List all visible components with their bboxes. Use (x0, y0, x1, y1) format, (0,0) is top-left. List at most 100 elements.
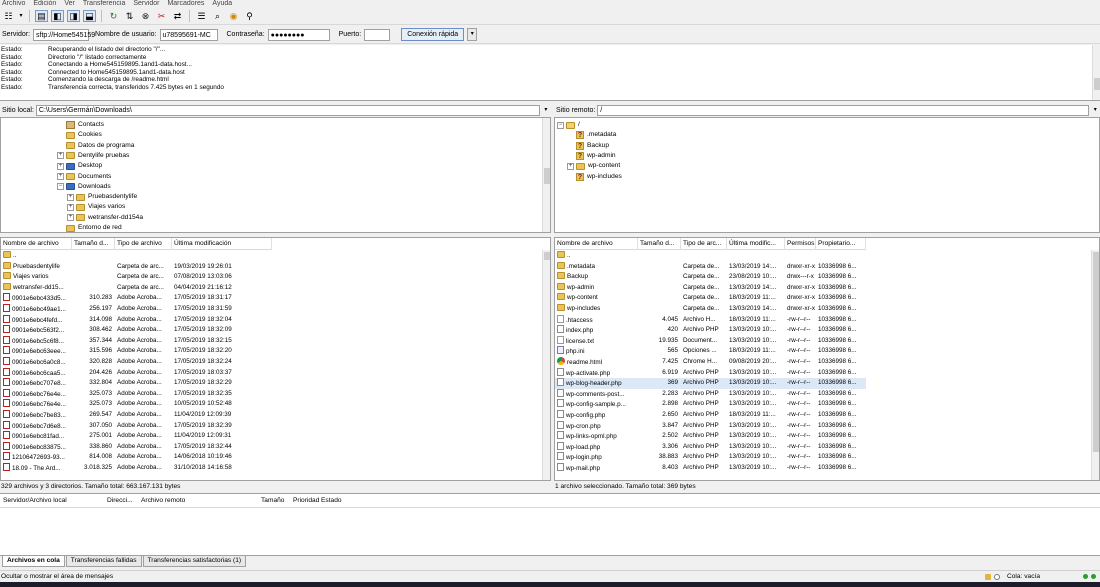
menu-item-servidor[interactable]: Servidor (133, 0, 159, 8)
queue-column-header[interactable]: Direcci... (104, 494, 138, 507)
local-file-row[interactable]: 18.09 - The Ard... 3.018.325 Adobe Acroba.… (1, 463, 272, 474)
queue-column-header[interactable]: Tamaño (258, 494, 290, 507)
local-tree-item[interactable]: + Documents (57, 172, 111, 182)
refresh-icon[interactable]: ↻ (107, 10, 120, 22)
expand-icon[interactable]: + (67, 214, 74, 222)
scrollbar-thumb[interactable] (1094, 78, 1100, 90)
remote-column-header[interactable]: Última modific... (727, 238, 785, 250)
local-file-row[interactable]: 0901e6ebc49ae1... 256.197 Adobe Acroba... 1… (1, 304, 272, 315)
remote-column-header[interactable]: Permisos (785, 238, 816, 250)
local-tree-item[interactable]: − Downloads (57, 182, 111, 192)
local-file-row[interactable]: 12106472693-93... 814.008 Adobe Acroba... 1… (1, 452, 272, 463)
local-tree-item[interactable]: Contacts (57, 120, 104, 130)
quickconnect-button[interactable]: Conexión rápida (401, 28, 465, 41)
collapse-icon[interactable]: − (557, 121, 564, 129)
site-manager-icon[interactable]: ☷ (2, 10, 15, 22)
toggle-remote-tree-icon[interactable]: ◨ (67, 10, 80, 22)
password-input[interactable]: ●●●●●●●● (267, 28, 330, 41)
disconnect-icon[interactable]: ✂ (155, 10, 168, 22)
local-tree-item[interactable]: Datos de programa (57, 141, 134, 151)
expand-icon[interactable]: + (67, 203, 74, 211)
remote-tree-item[interactable]: ? wp-includes (567, 172, 622, 182)
remote-file-row[interactable]: license.txt 19.935 Document... 13/03/2019 1… (555, 335, 866, 347)
remote-file-row[interactable]: .. (555, 251, 866, 262)
remote-file-row[interactable]: readme.html 7.425 Chrome H... 09/08/2019 20… (555, 357, 866, 368)
local-file-row[interactable]: Pruebasdentylife Carpeta de arc... 19/03/2… (1, 261, 272, 273)
local-tree-item[interactable]: + Pruebasdentylife (67, 192, 137, 202)
local-tree-item[interactable]: + Dentylife pruebas (57, 151, 129, 161)
local-path-dropdown[interactable]: ▾ (542, 105, 550, 116)
local-file-row[interactable]: 0901e6ebc563f2... 308.462 Adobe Acroba... 1… (1, 325, 272, 336)
remote-file-row[interactable]: .htaccess 4.045 Archivo H... 18/03/2019 11:… (555, 314, 866, 326)
remote-file-row[interactable]: wp-mail.php 8.403 Archivo PHP 13/03/2019 10… (555, 463, 866, 474)
menu-item-ver[interactable]: Ver (64, 0, 75, 8)
local-column-header[interactable]: Nombre de archivo (1, 238, 72, 250)
menu-item-marcadores[interactable]: Marcadores (167, 0, 204, 8)
queue-column-header[interactable]: Estado (318, 494, 358, 507)
remote-tree-item[interactable]: ? Backup (567, 141, 609, 151)
remote-file-row[interactable]: wp-links-opml.php 2.502 Archivo PHP 13/03/2… (555, 431, 866, 442)
remote-file-row[interactable]: wp-comments-post... 2.283 Archivo PHP 13/03… (555, 388, 866, 400)
queue-column-header[interactable]: Servidor/Archivo local (0, 494, 104, 507)
remote-column-header[interactable]: Tamaño d... (638, 238, 681, 250)
remote-file-row[interactable]: wp-config-sample.p... 2.898 Archivo PHP 13/… (555, 399, 866, 410)
local-tree-scrollbar[interactable] (542, 118, 550, 232)
menu-item-archivo[interactable]: Archivo (2, 0, 25, 8)
port-input[interactable] (364, 28, 391, 41)
queue-column-header[interactable]: Prioridad (290, 494, 319, 507)
local-list-scrollbar[interactable] (542, 250, 550, 480)
expand-icon[interactable]: + (67, 193, 74, 201)
local-file-row[interactable]: 0901e6ebc83875... 338.860 Adobe Acroba... 1… (1, 441, 272, 453)
remote-file-row[interactable]: index.php 420 Archivo PHP 13/03/2019 10:...… (555, 325, 866, 336)
remote-column-header[interactable]: Propietario... (816, 238, 866, 250)
local-file-row[interactable]: 0901e6ebc5c6f8... 357.344 Adobe Acroba... 1… (1, 335, 272, 347)
scrollbar-thumb[interactable] (544, 252, 550, 260)
remote-file-row[interactable]: wp-admin Carpeta de... 13/03/2019 14:... dr… (555, 282, 866, 294)
expand-icon[interactable]: + (57, 162, 64, 170)
menu-item-ayuda[interactable]: Ayuda (212, 0, 232, 8)
local-file-row[interactable]: 0901e6ebc76e4e... 325.073 Adobe Acroba... 1… (1, 399, 272, 410)
menu-item-transferencia[interactable]: Transferencia (83, 0, 126, 8)
collapse-icon[interactable]: − (57, 183, 64, 191)
cancel-icon[interactable]: ⊗ (139, 10, 152, 22)
local-column-header[interactable]: Tamaño d... (72, 238, 115, 250)
expand-icon[interactable]: + (57, 173, 64, 180)
local-file-row[interactable]: 0901e6ebc6a0c8... 320.828 Adobe Acroba... 1… (1, 357, 272, 368)
tab-queued[interactable]: Archivos en cola (2, 556, 65, 567)
local-column-header[interactable]: Tipo de archivo (115, 238, 172, 250)
remote-column-header[interactable]: Nombre de archivo (555, 238, 638, 250)
scrollbar-thumb[interactable] (544, 168, 550, 184)
local-column-header[interactable]: Última modificación (172, 238, 272, 250)
sync-browse-icon[interactable]: ◉ (227, 10, 240, 22)
remote-file-row[interactable]: wp-config.php 2.650 Archivo PHP 18/03/2019 … (555, 410, 866, 421)
queue-column-header[interactable]: Archivo remoto (138, 494, 258, 507)
menu-item-edición[interactable]: Edición (33, 0, 56, 8)
local-file-row[interactable]: Viajes varios Carpeta de arc... 07/08/2019… (1, 272, 272, 283)
local-file-row[interactable]: wetransfer-dd15... Carpeta de arc... 04/04… (1, 282, 272, 294)
local-file-row[interactable]: 0901e6ebc6caa5... 204.426 Adobe Acroba... 1… (1, 367, 272, 379)
toggle-queue-icon[interactable]: ⬓ (83, 10, 96, 22)
local-file-row[interactable]: 0901e6ebc7be83... 269.547 Adobe Acroba... 1… (1, 410, 272, 421)
expand-icon[interactable]: + (567, 162, 574, 170)
remote-file-row[interactable]: php.ini 565 Opciones ... 18/03/2019 11:... -… (555, 346, 866, 357)
scrollbar-thumb[interactable] (1093, 252, 1099, 452)
remote-file-row[interactable]: wp-content Carpeta de... 18/03/2019 11:...… (555, 293, 866, 304)
username-input[interactable]: u78595691-MC (159, 28, 218, 41)
local-tree-item[interactable]: Entorno de red (57, 223, 122, 232)
remote-tree-item[interactable]: ? .metadata (567, 130, 616, 140)
remote-file-row[interactable]: wp-blog-header.php 369 Archivo PHP 13/03/20… (555, 378, 866, 389)
local-file-row[interactable]: 0901e6ebc7d6e8... 307.050 Adobe Acroba... 1… (1, 420, 272, 432)
remote-file-row[interactable]: Backup Carpeta de... 23/08/2019 10:... drwx… (555, 272, 866, 283)
local-tree-item[interactable]: + Viajes varios (67, 202, 125, 212)
toggle-log-icon[interactable]: ▤ (35, 10, 48, 22)
process-queue-icon[interactable]: ⇅ (123, 10, 136, 22)
remote-list-scrollbar[interactable] (1091, 250, 1099, 480)
reconnect-icon[interactable]: ⇄ (171, 10, 184, 22)
remote-path-input[interactable]: / (597, 104, 1090, 116)
local-file-row[interactable]: 0901e6ebc76e4e... 325.073 Adobe Acroba... 1… (1, 388, 272, 400)
remote-file-row[interactable]: wp-cron.php 3.847 Archivo PHP 13/03/2019 10… (555, 420, 866, 432)
local-tree-item[interactable]: + wetransfer-dd154a (67, 213, 143, 223)
filter-icon[interactable]: ☰ (195, 10, 208, 22)
remote-file-row[interactable]: wp-load.php 3.306 Archivo PHP 13/03/2019 10… (555, 441, 866, 453)
toggle-local-tree-icon[interactable]: ◧ (51, 10, 64, 22)
